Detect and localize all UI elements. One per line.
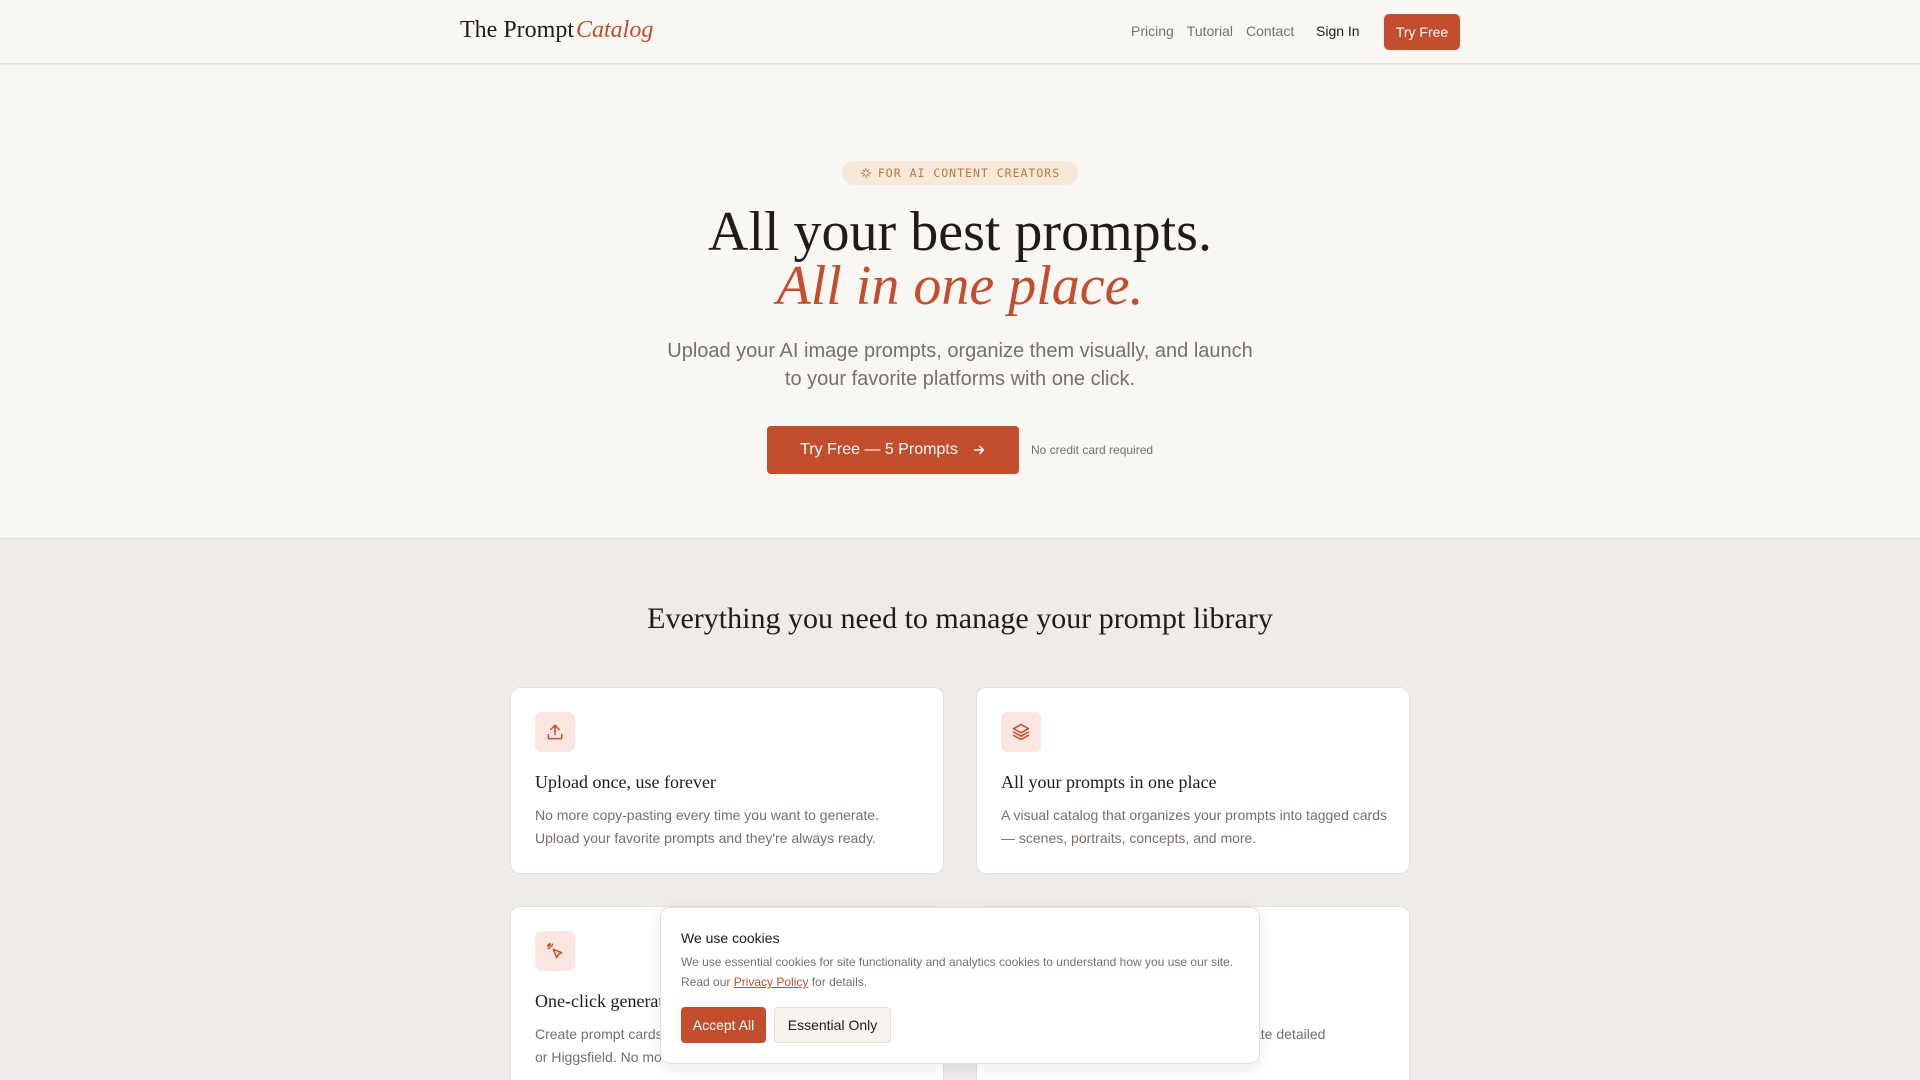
badge-text: FOR AI CONTENT CREATORS bbox=[877, 166, 1061, 180]
feature-card-title: One-click generat bbox=[535, 991, 664, 1011]
feature-card-description: No more copy-pasting every time you want… bbox=[535, 807, 879, 846]
feature-card-description: ate detailed bbox=[1253, 1026, 1326, 1042]
feature-card-title: All your prompts in one place bbox=[1001, 772, 1217, 792]
site-header: The PromptCatalog Pricing Tutorial Conta… bbox=[0, 0, 1920, 64]
features-title: Everything you need to manage your promp… bbox=[647, 602, 1273, 635]
feature-card-catalog: All your prompts in one place A visual c… bbox=[976, 687, 1410, 874]
nav-tutorial-link[interactable]: Tutorial bbox=[1187, 23, 1233, 39]
privacy-policy-link[interactable]: Privacy Policy bbox=[734, 975, 809, 989]
logo-main-text: The Prompt bbox=[460, 17, 574, 43]
cta-note: No credit card required bbox=[1031, 443, 1154, 457]
cookie-text: We use essential cookies for site functi… bbox=[681, 952, 1246, 992]
logo-accent-text: Catalog bbox=[576, 17, 654, 43]
feature-card-description: Create prompt cards or Higgsfield. No mo bbox=[535, 1026, 663, 1065]
hero-title-line2: All in one place. bbox=[776, 255, 1144, 317]
essential-only-button[interactable]: Essential Only bbox=[774, 1007, 891, 1043]
arrow-right-icon bbox=[973, 445, 984, 455]
feature-card-upload: Upload once, use forever No more copy-pa… bbox=[510, 687, 944, 874]
upload-icon bbox=[535, 712, 575, 752]
hero-title-line1: All your best prompts. bbox=[708, 201, 1212, 263]
sign-in-link[interactable]: Sign In bbox=[1316, 23, 1360, 39]
layers-icon bbox=[1001, 712, 1041, 752]
header-try-free-button[interactable]: Try Free bbox=[1384, 14, 1460, 50]
site-logo[interactable]: The PromptCatalog bbox=[460, 17, 653, 44]
cookie-banner: We use cookies We use essential cookies … bbox=[660, 907, 1260, 1064]
cta-label: Try Free — 5 Prompts bbox=[800, 441, 958, 458]
accept-all-button[interactable]: Accept All bbox=[681, 1007, 766, 1043]
sparkle-icon bbox=[860, 167, 871, 179]
hero-section: FOR AI CONTENT CREATORS All your best pr… bbox=[0, 65, 1920, 539]
audience-badge: FOR AI CONTENT CREATORS bbox=[842, 161, 1078, 185]
cookie-title: We use cookies bbox=[681, 930, 780, 946]
cookie-text-after: for details. bbox=[808, 975, 868, 989]
main-nav: Pricing Tutorial Contact bbox=[1131, 23, 1307, 39]
feature-card-title: Upload once, use forever bbox=[535, 772, 716, 792]
cursor-click-icon bbox=[535, 931, 575, 971]
hero-subtitle: Upload your AI image prompts, organize t… bbox=[667, 340, 1253, 390]
nav-contact-link[interactable]: Contact bbox=[1246, 23, 1294, 39]
hero-cta-button[interactable]: Try Free — 5 Prompts bbox=[767, 426, 1019, 474]
feature-card-description: A visual catalog that organizes your pro… bbox=[1001, 807, 1387, 846]
nav-pricing-link[interactable]: Pricing bbox=[1131, 23, 1174, 39]
